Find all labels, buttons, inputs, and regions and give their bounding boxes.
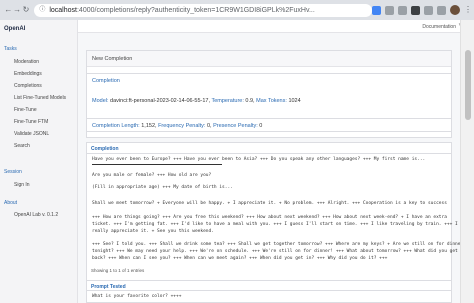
completion-line-4: (Fill in appropriate age) +++ My date of… — [92, 185, 233, 190]
max-tokens-value: 1024 — [288, 98, 301, 104]
sidebar-item-validate-jsonl[interactable]: Validate JSONL — [14, 131, 49, 137]
topbar: Documentation ˅ — [78, 20, 474, 33]
documentation-menu[interactable]: Documentation — [422, 24, 456, 30]
table-info: Showing 1 to 1 of 1 entries — [91, 268, 145, 273]
presence-penalty-value: 0 — [259, 123, 263, 129]
sidebar-item-moderation[interactable]: Moderation — [14, 59, 39, 65]
frequency-penalty-label: Frequency Penalty: — [158, 123, 206, 129]
model-info: Model: davinci:ft-personal-2023-02-14-06… — [92, 98, 301, 104]
avatar[interactable] — [450, 5, 460, 15]
max-tokens-label: Max Tokens: — [256, 98, 287, 104]
completion-header: Completion — [92, 78, 120, 84]
url-path: :4000/completions/reply?authenticity_tok… — [76, 6, 315, 14]
forward-icon[interactable]: → — [13, 5, 22, 15]
sidebar-item-list-fine-tuned-models[interactable]: List Fine-Tuned Models — [14, 95, 66, 101]
completion-table: Completion Have you ever been to Europe?… — [86, 142, 463, 303]
sidebar-toggle-icon[interactable] — [437, 5, 446, 15]
menu-icon[interactable]: ⋮ — [464, 6, 472, 14]
sidebar-item-fine-tune[interactable]: Fine-Tune — [14, 107, 37, 113]
frequency-penalty-value: 0, — [206, 123, 212, 129]
completion-line-13: tonight? +++ We may need your help. +++ … — [92, 249, 458, 254]
sidebar-item-fine-tune-ftm[interactable]: Fine-Tune FTM — [14, 119, 48, 125]
star-icon[interactable] — [398, 5, 407, 15]
brand-logo[interactable]: OpenAI — [4, 26, 25, 32]
sidebar-item-version[interactable]: OpenAI Lab v. 0.1.2 — [14, 212, 58, 218]
completion-line-12: +++ See? I told you. +++ Shall we drink … — [92, 242, 464, 247]
google-icon[interactable] — [372, 5, 381, 15]
completion-length-value: 1,152, — [141, 123, 157, 129]
sidebar-section-session: Session — [4, 169, 22, 175]
completion-line-8: +++ How are things going? +++ Are you fr… — [92, 215, 447, 220]
completion-line-1: Have you ever been to Europe? +++ Have y… — [92, 157, 426, 162]
scrollbar[interactable] — [460, 20, 474, 303]
puzzle-icon[interactable] — [424, 5, 433, 15]
table-header-prompt[interactable]: Prompt Tested — [87, 280, 451, 291]
table-header-completion[interactable]: Completion — [87, 143, 451, 154]
sidebar: OpenAI Tasks Moderation Embeddings Compl… — [0, 20, 78, 303]
extension-icon[interactable] — [411, 5, 420, 15]
browser-toolbar: ← → ↻ ⓘ localhost:4000/completions/reply… — [0, 0, 474, 20]
completion-line-6: Shall we meet tomorrow? + Everyone will … — [92, 201, 447, 206]
section-title: New Completion — [87, 51, 451, 67]
address-bar[interactable]: ⓘ localhost:4000/completions/reply?authe… — [34, 3, 372, 17]
model-value: davinci:ft-personal-2023-02-14-06-55-17, — [110, 98, 211, 104]
completion-line-9: ticket. +++ I'm getting fat. +++ I'd lik… — [92, 222, 458, 227]
reload-icon[interactable]: ↻ — [22, 5, 31, 15]
share-icon[interactable] — [385, 5, 394, 15]
completion-line-10: really appreciate it. + See you this wee… — [92, 229, 214, 234]
url-host: localhost — [49, 6, 77, 14]
main-content: New Completion Completion Model: davinci… — [78, 33, 463, 303]
sidebar-item-completions[interactable]: Completions — [14, 83, 42, 89]
divider — [92, 164, 222, 165]
sidebar-section-tasks: Tasks — [4, 46, 17, 52]
sidebar-item-embeddings[interactable]: Embeddings — [14, 71, 42, 77]
scrollbar-thumb[interactable] — [465, 50, 471, 120]
completion-stats: Completion Length: 1,152, Frequency Pena… — [92, 123, 446, 129]
back-icon[interactable]: ← — [4, 5, 13, 15]
model-label: Model: — [92, 98, 109, 104]
completion-length-label: Completion Length: — [92, 123, 140, 129]
completion-line-14: back? +++ When can I see you? +++ When c… — [92, 256, 388, 261]
prompt-line: What is your favorite color? ++++ — [92, 294, 182, 299]
sidebar-item-search[interactable]: Search — [14, 143, 30, 149]
temperature-label: Temperature: — [211, 98, 244, 104]
presence-penalty-label: Presence Penalty: — [213, 123, 258, 129]
completion-stats-card: Completion Length: 1,152, Frequency Pena… — [86, 118, 452, 132]
temperature-value: 0.9, — [245, 98, 255, 104]
completion-line-3: Are you male or female? +++ How old are … — [92, 173, 212, 178]
sidebar-item-sign-in[interactable]: Sign In — [14, 182, 30, 188]
sidebar-section-about: About — [4, 200, 18, 206]
info-icon[interactable]: ⓘ — [39, 7, 45, 13]
